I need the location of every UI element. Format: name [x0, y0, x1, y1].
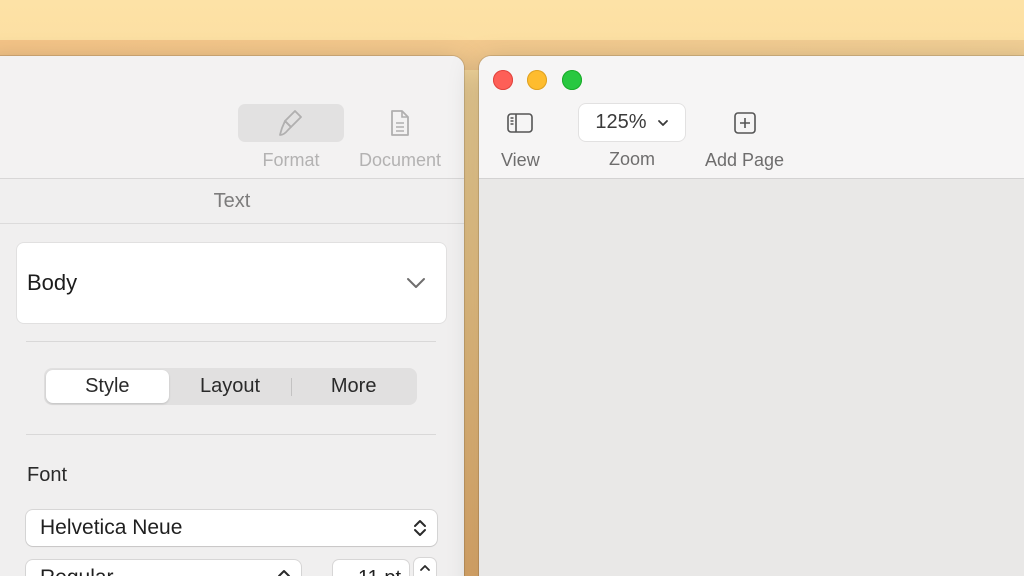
format-icon-box	[238, 104, 344, 142]
section-title: Text	[0, 180, 464, 224]
document-canvas[interactable]	[479, 180, 1024, 576]
font-section-label: Font	[27, 464, 68, 486]
view-button[interactable]: View	[501, 104, 540, 171]
add-page-icon	[733, 112, 756, 134]
format-label: Format	[262, 150, 320, 170]
view-icon-box	[506, 104, 534, 142]
typeface-value: Regular	[40, 566, 114, 576]
format-button[interactable]: Format	[238, 104, 344, 174]
chevron-down-icon	[407, 278, 425, 288]
zoom-value: 125%	[595, 111, 647, 133]
font-size-field[interactable]: 11 pt	[333, 560, 409, 576]
add-page-icon-box	[733, 104, 757, 142]
zoom-select[interactable]: 125%	[579, 104, 685, 141]
tab-layout[interactable]: Layout	[169, 370, 292, 403]
zoom-control[interactable]: 125% Zoom	[579, 104, 685, 170]
view-label: View	[501, 150, 540, 170]
updown-chevron-icon	[414, 520, 426, 536]
document-toolbar: View 125% Zoom Add Page	[479, 56, 1024, 179]
minimize-button[interactable]	[527, 70, 547, 90]
paintbrush-icon	[279, 110, 302, 136]
font-family-select[interactable]: Helvetica Neue	[26, 510, 437, 546]
close-button[interactable]	[493, 70, 513, 90]
font-size-stepper[interactable]	[414, 558, 436, 576]
add-page-label: Add Page	[705, 150, 785, 170]
tab-more[interactable]: More	[292, 370, 415, 403]
add-page-button[interactable]: Add Page	[705, 104, 784, 171]
document-icon-box	[347, 104, 453, 142]
inspector-toolbar: Format Document	[0, 56, 464, 179]
font-family-value: Helvetica Neue	[40, 516, 183, 539]
paragraph-style-selector[interactable]: Body	[17, 243, 446, 323]
divider	[26, 434, 436, 435]
zoom-label: Zoom	[608, 149, 655, 169]
text-tabs: Style Layout More	[44, 368, 417, 405]
tab-style[interactable]: Style	[46, 370, 169, 403]
paragraph-style-name: Body	[27, 270, 78, 295]
sidebar-icon	[507, 113, 534, 133]
inspector-window: Format Document Text Body Style Layout M…	[0, 56, 464, 576]
chevron-up-icon[interactable]	[419, 564, 431, 572]
document-window: View 125% Zoom Add Page	[479, 56, 1024, 576]
document-button[interactable]: Document	[347, 104, 453, 174]
document-icon	[391, 110, 409, 136]
zoom-window-button[interactable]	[562, 70, 582, 90]
typeface-select[interactable]: Regular	[26, 560, 301, 576]
updown-chevron-icon	[278, 570, 290, 576]
divider	[26, 341, 436, 342]
document-label: Document	[358, 150, 442, 170]
chevron-down-icon	[657, 119, 668, 126]
